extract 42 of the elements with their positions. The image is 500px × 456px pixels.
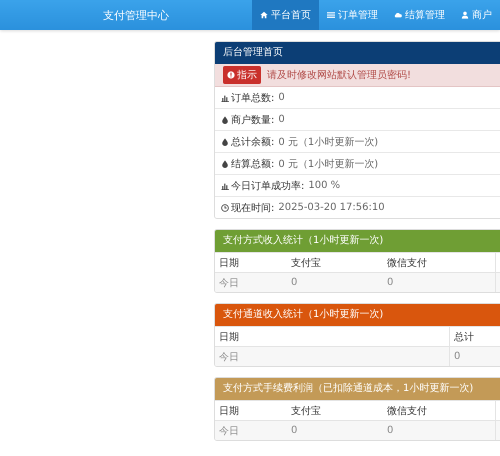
nav-item[interactable]: 订单管理 bbox=[319, 0, 386, 30]
nav-item[interactable]: 结算管理 bbox=[386, 0, 453, 30]
clock-icon bbox=[221, 204, 229, 212]
panel-header: 后台管理首页 bbox=[215, 42, 500, 64]
stat-value: 100 % bbox=[308, 180, 340, 191]
stat-value: 0 元（1小时更新一次) bbox=[278, 136, 378, 148]
nav-item[interactable]: 商户 bbox=[453, 0, 500, 30]
info-icon bbox=[227, 71, 235, 79]
stat-value: 0 元（1小时更新一次) bbox=[278, 158, 378, 170]
stat-label: 商户数量: bbox=[231, 114, 274, 126]
alert-text: 请及时修改网站默认管理员密码! bbox=[267, 68, 412, 82]
stat-value: 0 bbox=[278, 114, 285, 125]
user-icon bbox=[461, 11, 469, 19]
cloud-icon bbox=[394, 11, 402, 19]
list-icon bbox=[327, 11, 335, 19]
table-cell: 0 bbox=[287, 272, 383, 292]
bar-chart-icon bbox=[221, 182, 229, 190]
stat-value: 0 bbox=[278, 92, 285, 103]
panel-header: 支付方式收入统计（1小时更新一次) bbox=[215, 230, 500, 252]
brand-title[interactable]: 支付管理中心 bbox=[0, 8, 252, 22]
table-cell: 0 bbox=[287, 420, 383, 440]
stat-label: 总计余额: bbox=[231, 136, 274, 148]
stat-value: 2025-03-20 17:56:10 bbox=[278, 202, 385, 213]
notice-badge: 指示 bbox=[223, 66, 261, 84]
table-cell: 0 bbox=[383, 420, 496, 440]
stat-label: 订单总数: bbox=[231, 92, 274, 104]
bar-chart-icon bbox=[221, 94, 229, 102]
stat-label: 今日订单成功率: bbox=[231, 180, 304, 192]
stat-label: 结算总额: bbox=[231, 158, 274, 170]
panel-header: 支付通道收入统计（1小时更新一次) bbox=[215, 304, 500, 326]
table-cell: 今日 bbox=[215, 272, 287, 292]
drop-icon bbox=[221, 138, 229, 146]
drop-icon bbox=[221, 116, 229, 124]
table-cell: 今日 bbox=[215, 346, 450, 366]
table-cell: 0 bbox=[383, 272, 496, 292]
panel-header: 支付方式手续费利润（已扣除通道成本，1小时更新一次) bbox=[215, 378, 500, 400]
stat-label: 现在时间: bbox=[231, 202, 274, 214]
home-icon bbox=[260, 11, 268, 19]
drop-icon bbox=[221, 160, 229, 168]
table-cell: 今日 bbox=[215, 420, 287, 440]
table-cell: 0 bbox=[450, 346, 500, 366]
nav-item[interactable]: 平台首页 bbox=[252, 0, 319, 30]
